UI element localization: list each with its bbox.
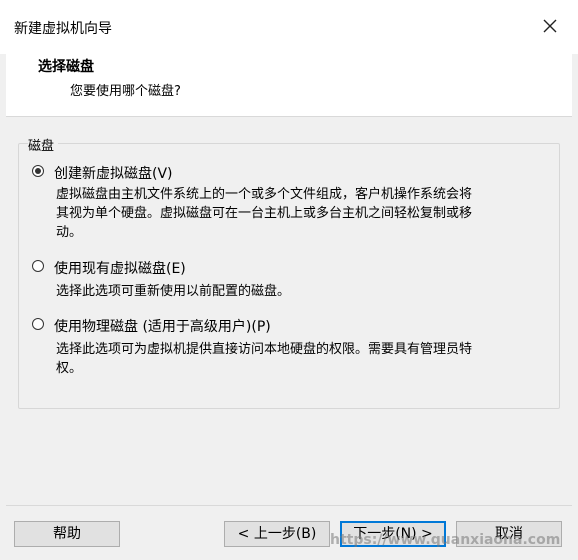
cancel-button[interactable]: 取消 — [456, 521, 562, 547]
next-button[interactable]: 下一步(N) > — [340, 521, 446, 547]
option-desc-use-existing: 选择此选项可重新使用以前配置的磁盘。 — [56, 282, 516, 301]
help-button[interactable]: 帮助 — [14, 521, 120, 547]
option-desc-create-new: 虚拟磁盘由主机文件系统上的一个或多个文件组成，客户机操作系统会将 其视为单个硬盘… — [56, 185, 516, 242]
back-button[interactable]: < 上一步(B) — [224, 521, 330, 547]
page-title: 选择磁盘 — [38, 59, 94, 75]
desc-line: 其视为单个硬盘。虚拟磁盘可在一台主机上或多台主机之间轻松复制或移 — [56, 206, 473, 221]
desc-line: 选择此选项可重新使用以前配置的磁盘。 — [56, 284, 291, 299]
wizard-content: 磁盘 创建新虚拟磁盘(V) 虚拟磁盘由主机文件系统上的一个或多个文件组成，客户机… — [6, 117, 572, 517]
disk-group-label: 磁盘 — [28, 135, 59, 154]
window-title: 新建虚拟机向导 — [14, 21, 112, 37]
desc-line: 权。 — [56, 361, 83, 376]
option-desc-physical: 选择此选项可为虚拟机提供直接访问本地硬盘的权限。需要具有管理员特 权。 — [56, 340, 516, 378]
close-icon[interactable] — [540, 16, 560, 36]
option-label-physical[interactable]: 使用物理磁盘 (适用于高级用户)(P) — [54, 316, 271, 336]
footer-divider — [6, 505, 572, 506]
radio-button-checked[interactable] — [32, 165, 44, 177]
desc-line: 选择此选项可为虚拟机提供直接访问本地硬盘的权限。需要具有管理员特 — [56, 342, 473, 357]
radio-button[interactable] — [32, 260, 44, 272]
wizard-header: 选择磁盘 您要使用哪个磁盘? — [6, 44, 572, 117]
radio-button[interactable] — [32, 318, 44, 330]
option-label-create-new[interactable]: 创建新虚拟磁盘(V) — [54, 163, 173, 183]
option-label-use-existing[interactable]: 使用现有虚拟磁盘(E) — [54, 258, 186, 278]
page-subtitle: 您要使用哪个磁盘? — [70, 84, 181, 99]
desc-line: 虚拟磁盘由主机文件系统上的一个或多个文件组成，客户机操作系统会将 — [56, 187, 473, 202]
desc-line: 动。 — [56, 225, 83, 240]
